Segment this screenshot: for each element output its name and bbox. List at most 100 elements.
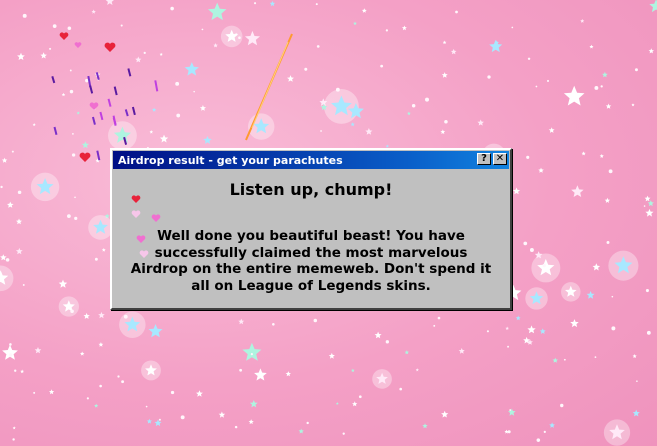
star-icon (20, 369, 25, 374)
sparkle-dot (9, 343, 12, 346)
star-icon (589, 44, 594, 49)
star-icon (17, 52, 25, 60)
star-icon (242, 342, 262, 361)
star-icon (563, 85, 585, 106)
star-icon (98, 311, 105, 319)
sparkle-dot (14, 369, 17, 372)
help-button[interactable]: ? (477, 153, 491, 165)
sparkle-dot (176, 113, 181, 118)
sparkle-dot (145, 405, 148, 408)
sparkle-dot (611, 295, 614, 298)
star-icon (647, 200, 654, 207)
sparkle-dot (74, 216, 78, 220)
star-icon (2, 344, 18, 360)
sparkle-dot (486, 330, 489, 333)
star-icon (649, 0, 657, 13)
sparkle-dot (560, 403, 564, 408)
sparkle-dot (0, 185, 3, 189)
confetti-piece (131, 106, 136, 116)
confetti-piece (127, 68, 132, 77)
confetti-piece (87, 75, 92, 88)
star-icon (199, 105, 206, 111)
star-icon (648, 48, 654, 54)
confetti-piece (154, 80, 159, 92)
star-icon (489, 39, 503, 53)
sparkle-dot (170, 390, 175, 395)
star-icon (208, 2, 227, 21)
sparkle-dot (444, 120, 448, 124)
sparkle-dot (455, 10, 458, 14)
titlebar-buttons: ? ✕ (477, 153, 507, 165)
star-icon (12, 426, 16, 430)
star-icon (604, 197, 611, 203)
star-icon (645, 208, 654, 217)
star-icon (238, 318, 245, 325)
confetti-piece (112, 117, 117, 125)
star-icon (350, 122, 355, 127)
star-icon (40, 52, 47, 59)
star-icon (361, 8, 367, 13)
star-icon (80, 351, 85, 356)
dialog-titlebar[interactable]: Airdrop result - get your parachutes ? ✕ (113, 151, 509, 169)
sparkle-dot (254, 2, 257, 5)
sparkle-dot (487, 75, 491, 79)
star-icon (581, 151, 586, 156)
sparkle-dot (250, 353, 253, 356)
sparkle-dot (380, 64, 384, 68)
confetti-piece (89, 85, 94, 94)
sparkle-dot (175, 81, 180, 86)
sparkle-dot (239, 368, 243, 372)
star-icon (196, 390, 203, 397)
dialog-heading: Listen up, chump! (229, 180, 393, 199)
star-icon (76, 111, 80, 115)
star-icon (441, 410, 449, 418)
star-icon (0, 254, 7, 261)
star-icon (146, 418, 152, 424)
sparkle-dot (67, 214, 71, 219)
sparkle-dot (304, 67, 308, 71)
sparkle-dot (342, 432, 345, 435)
sparkle-dot (643, 205, 646, 207)
sparkle-dot (606, 240, 610, 244)
star-icon (592, 263, 601, 271)
star-icon (374, 331, 382, 339)
star-icon (94, 403, 99, 408)
close-button[interactable]: ✕ (493, 153, 507, 165)
star-icon (101, 247, 106, 252)
sparkle-dot (636, 380, 638, 382)
sparkle-dot (69, 89, 74, 94)
sparkle-dot (594, 86, 599, 90)
star-icon (422, 423, 428, 429)
sparkle-dot (120, 24, 123, 27)
star-icon (605, 103, 612, 109)
confetti-piece (124, 109, 129, 117)
sparkle-dot (70, 309, 74, 314)
sparkle-dot (608, 169, 613, 174)
sparkle-dot (523, 241, 528, 246)
star-icon (254, 368, 267, 381)
sparkle-dot (238, 36, 241, 40)
sparkle-dot (316, 45, 320, 48)
star-icon (248, 419, 254, 425)
sparkle-dot (193, 90, 195, 93)
star-icon (440, 129, 446, 134)
star-icon (61, 92, 66, 97)
star-icon (213, 43, 218, 48)
star-icon (512, 187, 521, 195)
sparkle-dot (563, 358, 566, 361)
star-icon (184, 62, 199, 76)
sparkle-dot (272, 323, 275, 326)
sparkle-dot (527, 57, 531, 61)
sparkle-dot (385, 340, 389, 344)
sparkle-dot (170, 6, 174, 11)
confetti-piece (91, 116, 96, 125)
sparkle-dot (234, 425, 238, 429)
star-icon (365, 128, 373, 135)
sparkle-dot (49, 47, 52, 50)
star-icon (401, 25, 407, 31)
sparkle-dot (399, 387, 403, 391)
star-icon (571, 185, 584, 197)
star-icon (285, 371, 291, 377)
sparkle-dot (594, 356, 597, 359)
star-icon (644, 195, 651, 202)
